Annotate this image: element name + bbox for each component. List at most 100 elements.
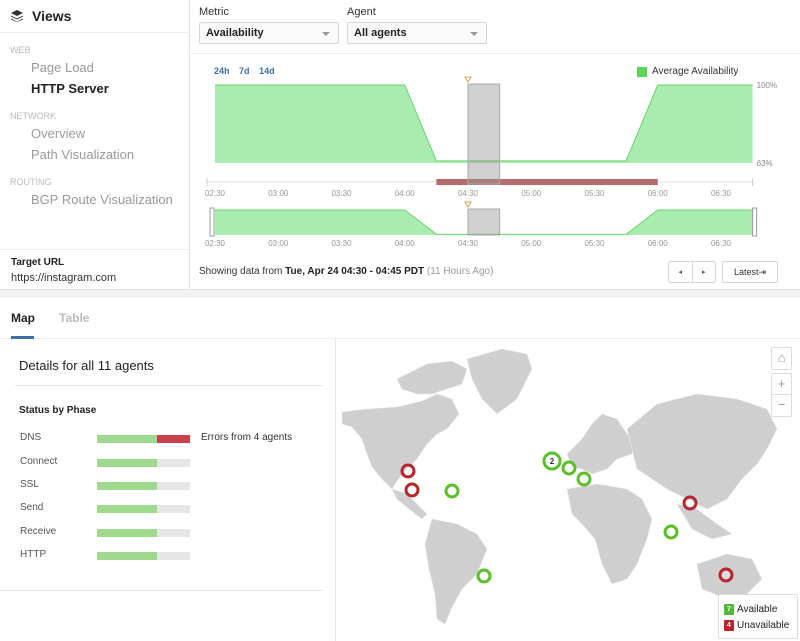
navigator-handle-left[interactable] — [209, 207, 215, 237]
phase-row-send: Send — [20, 502, 340, 516]
agent-marker-unavailable[interactable] — [404, 482, 420, 498]
agent-marker-available[interactable] — [444, 483, 460, 499]
navigator-tick-label: 04:00 — [395, 239, 416, 248]
available-label: Available — [737, 603, 778, 615]
phase-name: Receive — [20, 526, 57, 537]
status-by-phase-heading: Status by Phase — [19, 405, 97, 416]
range-7d[interactable]: 7d — [239, 66, 250, 76]
prev-button[interactable]: ◂ — [669, 262, 693, 282]
nav-item-bgp-route-visualization[interactable]: BGP Route Visualization — [0, 189, 189, 210]
agent-marker-available[interactable] — [476, 568, 492, 584]
landmass-africa — [566, 483, 653, 585]
agent-marker-available[interactable] — [576, 471, 592, 487]
landmass-north-america — [341, 393, 460, 490]
phase-bar — [97, 552, 190, 560]
y-tick-label: 63% — [757, 159, 773, 168]
agent-marker-unavailable[interactable] — [400, 463, 416, 479]
phase-bar — [97, 505, 190, 513]
view-tabs: Map Table — [0, 298, 800, 339]
group-label-routing: ROUTING — [10, 177, 52, 187]
navigator-tick-label: 03:30 — [331, 239, 352, 248]
range-24h[interactable]: 24h — [214, 66, 230, 76]
agent-map[interactable]: 2 ⌂ + − 7 Available 4 Unavailable — [337, 339, 800, 641]
landmass-southeast-asia — [676, 503, 733, 540]
next-button[interactable]: ▸ — [693, 262, 716, 282]
target-url-section: Target URL https://instagram.com — [0, 249, 190, 290]
details-panel: Details for all 11 agents Status by Phas… — [0, 339, 336, 641]
navigator-tick-label: 05:00 — [521, 239, 542, 248]
nav-item-path-visualization[interactable]: Path Visualization — [0, 144, 189, 165]
layers-icon — [11, 10, 23, 22]
agent-marker-unavailable[interactable] — [682, 495, 698, 511]
availability-chart[interactable]: 100% 63% 02:30 03:00 03:30 04:00 04:30 05:00 05:… — [190, 54, 800, 290]
available-count-badge: 7 — [724, 603, 734, 615]
navigator-tick-label: 02:30 — [205, 239, 226, 248]
phase-note: Errors from 4 agents — [201, 432, 293, 443]
agent-label: Agent — [347, 6, 376, 18]
top-panel: Views WEB Page Load HTTP Server NETWORK … — [0, 0, 800, 290]
navigator-tick-label: 03:00 — [268, 239, 289, 248]
phase-bar — [97, 482, 190, 490]
chevron-down-icon — [470, 32, 478, 36]
x-tick-label: 05:30 — [584, 189, 605, 198]
status-ago: (11 Hours Ago) — [426, 266, 494, 277]
status-prefix: Showing data from — [199, 266, 286, 277]
navigator-tick-label: 06:30 — [711, 239, 732, 248]
legend-label: Average Availability — [652, 66, 739, 77]
phase-bar-ok — [97, 482, 157, 490]
metric-label: Metric — [199, 6, 229, 18]
phase-bar-error — [156, 435, 190, 443]
views-header: Views — [0, 0, 189, 33]
agent-select[interactable]: All agents — [347, 22, 487, 44]
legend-swatch — [637, 66, 647, 77]
navigator-tick-label: 05:30 — [584, 239, 605, 248]
zoom-in-button[interactable]: + — [772, 374, 791, 395]
home-icon: ⌂ — [777, 350, 786, 365]
agent-marker-unavailable[interactable] — [718, 567, 734, 583]
phase-name: DNS — [20, 432, 42, 443]
phase-bar-ok — [97, 505, 157, 513]
phase-bar — [97, 435, 190, 443]
metric-value: Availability — [206, 27, 264, 39]
x-tick-label: 03:30 — [331, 189, 352, 198]
caret-left-icon: ◂ — [678, 269, 682, 276]
nav-item-http-server[interactable]: HTTP Server — [0, 78, 189, 99]
unavailable-label: Unavailable — [737, 619, 790, 631]
phase-bar — [97, 459, 190, 467]
zoom-out-button[interactable]: − — [772, 395, 791, 416]
metric-select[interactable]: Availability — [199, 22, 339, 44]
tab-map[interactable]: Map — [11, 311, 35, 325]
target-url-label: Target URL — [11, 257, 65, 268]
agent-control: Agent All agents — [347, 6, 487, 44]
group-label-web: WEB — [10, 45, 31, 55]
legend-unavailable: 4 Unavailable — [724, 617, 797, 633]
agent-cluster-count: 2 — [550, 457, 555, 466]
nav-item-page-load[interactable]: Page Load — [0, 57, 189, 78]
x-tick-label: 05:00 — [521, 189, 542, 198]
map-home-button[interactable]: ⌂ — [771, 347, 792, 370]
phase-name: HTTP — [20, 549, 47, 560]
agent-marker-available[interactable] — [663, 524, 679, 540]
phase-row-receive: Receive — [20, 526, 340, 540]
filter-controls: Metric Availability Agent All agents — [190, 0, 800, 54]
navigator-tick-label: 04:30 — [458, 239, 479, 248]
navigator-handle-right[interactable] — [752, 207, 758, 237]
range-14d[interactable]: 14d — [259, 66, 275, 76]
legend-available: 7 Available — [724, 601, 797, 617]
phase-row-connect: Connect — [20, 456, 340, 470]
x-tick-label: 03:00 — [268, 189, 289, 198]
target-url-value: https://instagram.com — [11, 272, 117, 284]
phase-bar-ok — [97, 529, 157, 537]
nav-item-overview[interactable]: Overview — [0, 123, 189, 144]
x-tick-label: 06:00 — [648, 189, 669, 198]
latest-button[interactable]: Latest⇥ — [722, 261, 778, 283]
navigator-marker — [464, 201, 472, 208]
phase-bar — [97, 529, 190, 537]
tab-table[interactable]: Table — [59, 311, 89, 325]
agent-marker-available[interactable] — [561, 460, 577, 476]
landmass-greenland — [466, 348, 533, 415]
landmass-asia — [626, 393, 778, 510]
phase-row-http: HTTP — [20, 549, 340, 563]
phase-row-ssl: SSL — [20, 479, 340, 493]
map-zoom-control: + − — [771, 373, 792, 417]
